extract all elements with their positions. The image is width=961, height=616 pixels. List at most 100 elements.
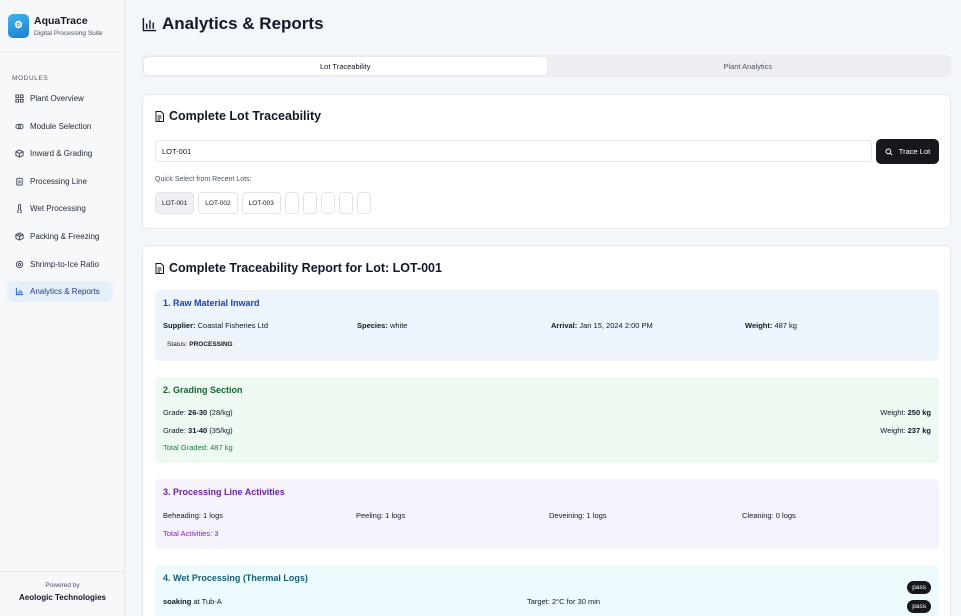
clipboard-icon — [16, 177, 23, 186]
quick-select-label: Quick Select from Recent Lots: — [155, 176, 252, 183]
grading-section: 2. Grading Section Grade: 26-30 (28/kg) … — [155, 377, 939, 463]
sidebar-item-processing-line[interactable]: Processing Line — [7, 171, 113, 192]
process-location: at Tub-A — [193, 597, 222, 606]
lot-chip-empty[interactable] — [284, 192, 299, 214]
sidebar-item-packing-freezing[interactable]: Packing & Freezing — [7, 226, 113, 247]
grade-value: 31-40 — [188, 426, 208, 435]
recent-lots: LOT-001 LOT-002 LOT-003 — [155, 192, 375, 214]
sidebar-item-wet-processing[interactable]: Wet Processing — [7, 198, 113, 219]
lot-traceability-card: Complete Lot Traceability Trace Lot Quic… — [142, 94, 951, 229]
company-name: Aeologic Technologies — [19, 593, 106, 602]
lot-traceability-title: Complete Lot Traceability — [169, 109, 322, 123]
cube-icon — [15, 149, 24, 158]
grade-weight-value: 250 kg — [907, 408, 931, 417]
sidebar-item-label: Packing & Freezing — [30, 231, 100, 241]
lot-chip-empty[interactable] — [302, 192, 317, 214]
card-title: Complete Lot Traceability — [155, 109, 321, 123]
total-activities: Total Activities: 3 — [163, 529, 219, 538]
weight-value: 487 kg — [774, 321, 797, 330]
field-label: Grade: — [163, 426, 186, 435]
field-label: Weight: — [745, 321, 773, 330]
bar-chart-icon — [15, 288, 24, 296]
grade-count: (28/kg) — [209, 408, 233, 417]
grade-value: 26-30 — [188, 408, 208, 417]
modules-label: MODULES — [12, 75, 49, 82]
card-title: Complete Traceability Report for Lot: LO… — [155, 261, 442, 275]
result-badge: pass — [907, 600, 931, 613]
grade-weight-value: 237 kg — [907, 426, 931, 435]
powered-by-label: Powered by — [45, 582, 80, 589]
lot-search-input[interactable] — [155, 140, 872, 162]
raw-material-section: 1. Raw Material Inward Supplier: Coastal… — [155, 290, 939, 361]
section-title: 1. Raw Material Inward — [163, 298, 260, 308]
sidebar-item-label: Analytics & Reports — [30, 287, 100, 297]
grade-count: (35/kg) — [209, 426, 233, 435]
scale-icon — [15, 260, 24, 268]
activity-cleaning: Cleaning: 0 logs — [742, 511, 796, 520]
grade-field: Grade: 31-40 (35/kg) — [163, 426, 233, 435]
sidebar-item-label: Inward & Grading — [30, 149, 93, 159]
status-badge: Status: PROCESSING — [162, 337, 238, 351]
lot-chip-empty[interactable] — [320, 192, 335, 214]
thermal-log-process: soaking at Tub-A — [163, 597, 222, 606]
page-title: Analytics & Reports — [162, 14, 324, 33]
field-label: Species: — [357, 321, 388, 330]
page-header: Analytics & Reports — [142, 14, 324, 34]
package-icon — [15, 232, 24, 241]
field-label: Arrival: — [551, 321, 578, 330]
field-label: Weight: — [880, 426, 906, 435]
section-title: 3. Processing Line Activities — [163, 487, 285, 497]
trace-lot-button[interactable]: Trace Lot — [876, 139, 939, 164]
section-title: 2. Grading Section — [163, 385, 243, 395]
status-value: PROCESSING — [189, 340, 233, 348]
arrival-field: Arrival: Jan 15, 2024 2:00 PM — [551, 321, 653, 330]
wet-processing-section: 4. Wet Processing (Thermal Logs) soaking… — [155, 565, 939, 616]
sidebar-nav: Plant Overview Module Selection Inward &… — [7, 88, 113, 309]
lot-chip[interactable]: LOT-003 — [241, 192, 281, 214]
sidebar-item-shrimp-ice-ratio[interactable]: Shrimp-to-Ice Ratio — [7, 254, 113, 275]
activity-peeling: Peeling: 1 logs — [356, 511, 406, 520]
species-value: white — [389, 321, 408, 330]
sidebar-item-module-selection[interactable]: Module Selection — [7, 116, 113, 137]
field-label: Weight: — [880, 408, 906, 417]
weight-field: Weight: 487 kg — [745, 321, 797, 330]
sidebar-item-label: Module Selection — [30, 121, 92, 131]
grade-field: Grade: 26-30 (28/kg) — [163, 408, 233, 417]
lot-chip[interactable]: LOT-001 — [155, 192, 195, 214]
sidebar-item-analytics-reports[interactable]: Analytics & Reports — [7, 281, 113, 303]
supplier-field: Supplier: Coastal Fisheries Ltd — [163, 321, 268, 330]
thermal-log-target: Target: 2°C for 30 min — [527, 597, 601, 606]
search-icon — [885, 147, 893, 156]
lot-chip-empty[interactable] — [338, 192, 353, 214]
sidebar-item-inward-grading[interactable]: Inward & Grading — [7, 143, 113, 164]
lot-chip[interactable]: LOT-002 — [198, 192, 238, 214]
tab-bar: Lot Traceability Plant Analytics — [142, 55, 951, 77]
aquatrace-logo-icon: ⚙ — [8, 13, 29, 38]
field-label: Supplier: — [163, 321, 196, 330]
supplier-value: Coastal Fisheries Ltd — [197, 321, 269, 330]
processing-section: 3. Processing Line Activities Beheading:… — [155, 479, 939, 549]
grid-icon — [15, 94, 24, 103]
tab-plant-analytics[interactable]: Plant Analytics — [547, 57, 950, 75]
brand-subtitle: Digital Processing Suite — [34, 29, 103, 37]
document-icon — [155, 110, 164, 122]
sidebar-item-plant-overview[interactable]: Plant Overview — [7, 88, 113, 109]
lot-chip-empty[interactable] — [356, 192, 371, 214]
arrival-value: Jan 15, 2024 2:00 PM — [579, 321, 653, 330]
grade-weight-field: Weight: 250 kg — [880, 408, 931, 417]
result-badge: pass — [907, 581, 931, 594]
sidebar-footer: Powered by Aeologic Technologies — [0, 571, 125, 616]
trace-lot-label: Trace Lot — [898, 147, 931, 156]
process-name: soaking — [163, 597, 192, 606]
report-title: Complete Traceability Report for Lot: LO… — [169, 261, 442, 275]
bar-chart-icon — [142, 17, 157, 31]
activity-beheading: Beheading: 1 logs — [163, 511, 224, 520]
tab-lot-traceability[interactable]: Lot Traceability — [144, 57, 547, 75]
grade-weight-field: Weight: 237 kg — [880, 426, 931, 435]
sidebar-item-label: Shrimp-to-Ice Ratio — [30, 259, 99, 269]
brand-name: AquaTrace — [34, 14, 88, 27]
document-icon — [155, 262, 164, 274]
thermometer-icon — [17, 204, 22, 214]
cube-stack-icon — [15, 123, 24, 129]
species-field: Species: white — [357, 321, 407, 330]
